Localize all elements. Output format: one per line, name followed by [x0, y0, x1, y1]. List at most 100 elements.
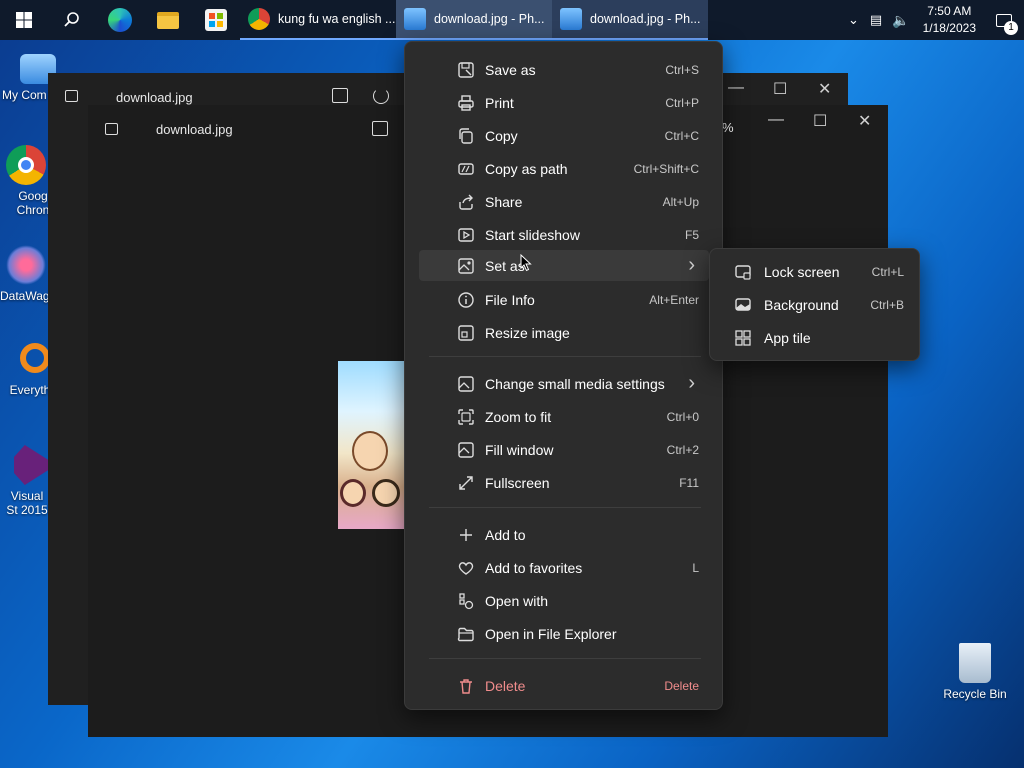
minimize-button[interactable]: —	[728, 79, 744, 97]
taskbar-task-photos-1[interactable]: download.jpg - Ph...	[396, 0, 552, 40]
chrome-icon	[248, 8, 270, 30]
shortcut-label: Ctrl+P	[665, 95, 699, 110]
window-title: download.jpg	[156, 122, 233, 137]
submenu-item-background[interactable]: Background Ctrl+B	[718, 289, 914, 320]
photos-icon	[560, 8, 582, 30]
menu-item-print[interactable]: Print Ctrl+P	[419, 87, 709, 118]
task-label: download.jpg - Ph...	[434, 12, 545, 26]
menu-item-label: Add to favorites	[485, 559, 583, 576]
menu-item-file-info[interactable]: File Info Alt+Enter	[419, 284, 709, 315]
shortcut-label: Ctrl+S	[665, 62, 699, 77]
menu-item-change-small-media-settings[interactable]: Change small media settings ›	[419, 368, 709, 399]
menu-item-label: Save as	[485, 61, 536, 78]
menu-item-save-as[interactable]: Save as Ctrl+S	[419, 54, 709, 85]
system-tray: ⌄ ▤ 🔈 7:50 AM 1/18/2023 1	[842, 0, 1024, 40]
set-as-icon	[457, 257, 475, 275]
menu-item-fullscreen[interactable]: Fullscreen F11	[419, 467, 709, 498]
desktop-icon-label: DataWag	[0, 289, 50, 303]
desktop-icon-chrome[interactable]: Goog Chron	[0, 145, 52, 217]
desktop-icon-visual-studio[interactable]: Visual St 2015	[0, 445, 52, 517]
close-button[interactable]: ✕	[858, 111, 871, 131]
zoom-fit-icon	[457, 408, 475, 426]
menu-item-resize-image[interactable]: Resize image	[419, 317, 709, 348]
menu-item-set-as[interactable]: Set as ›	[419, 250, 709, 281]
maximize-button[interactable]: ☐	[813, 111, 827, 131]
menu-item-open-in-file-explorer[interactable]: Open in File Explorer	[419, 618, 709, 649]
trash-icon	[457, 677, 475, 695]
clock[interactable]: 7:50 AM 1/18/2023	[915, 3, 984, 37]
shortcut-label: Alt+Enter	[649, 292, 699, 307]
submenu-item-lock-screen[interactable]: Lock screen Ctrl+L	[718, 256, 914, 287]
edge-taskbar-button[interactable]	[96, 0, 144, 40]
shortcut-label: Ctrl+Shift+C	[633, 161, 699, 176]
clock-date: 1/18/2023	[922, 21, 976, 35]
menu-item-share[interactable]: Share Alt+Up	[419, 186, 709, 217]
edit-image-icon[interactable]	[372, 121, 388, 136]
menu-item-label: Zoom to fit	[485, 408, 552, 425]
submenu-item-app-tile[interactable]: App tile	[718, 322, 914, 353]
menu-item-label: Lock screen	[764, 263, 840, 280]
shortcut-label: Ctrl+0	[666, 409, 699, 424]
maximize-button[interactable]: ☐	[773, 79, 787, 99]
file-explorer-taskbar-button[interactable]	[144, 0, 192, 40]
shortcut-label: F5	[684, 227, 699, 242]
menu-item-label: Delete	[485, 677, 526, 694]
shortcut-label: Ctrl+C	[664, 128, 699, 143]
store-taskbar-button[interactable]	[192, 0, 240, 40]
menu-item-label: Print	[485, 94, 514, 111]
menu-item-copy[interactable]: Copy Ctrl+C	[419, 120, 709, 151]
fill-window-icon	[457, 441, 475, 459]
menu-item-copy-as-path[interactable]: Copy as path Ctrl+Shift+C	[419, 153, 709, 184]
plus-icon	[457, 526, 475, 544]
desktop-icon-datawag[interactable]: DataWag	[0, 245, 52, 303]
minimize-button[interactable]: —	[768, 111, 784, 129]
menu-item-label: Open in File Explorer	[485, 625, 617, 642]
clock-time: 7:50 AM	[927, 4, 972, 18]
magnifier-icon	[20, 343, 50, 373]
desktop-icon-label: Recycle Bin	[943, 687, 1007, 701]
taskbar: kung fu wa english ... download.jpg - Ph…	[0, 0, 1024, 40]
print-icon	[457, 94, 475, 112]
shortcut-label: Ctrl+B	[870, 297, 904, 312]
search-button[interactable]	[48, 0, 96, 40]
menu-item-add-to-favorites[interactable]: Add to favorites L	[419, 552, 709, 583]
menu-item-label: App tile	[764, 329, 811, 346]
network-icon[interactable]: ▤	[865, 12, 887, 28]
shortcut-label: Ctrl+2	[666, 442, 699, 457]
edit-image-icon[interactable]	[332, 88, 348, 103]
chevron-right-icon: ›	[688, 372, 695, 394]
menu-separator	[429, 507, 701, 508]
desktop-icon-label: Everyth	[9, 383, 51, 397]
start-button[interactable]	[0, 0, 48, 40]
rotate-icon[interactable]	[373, 88, 389, 104]
media-settings-icon	[457, 375, 475, 393]
volume-icon[interactable]: 🔈	[887, 12, 914, 29]
menu-item-label: Resize image	[485, 324, 570, 341]
close-button[interactable]: ✕	[818, 79, 831, 99]
heart-icon	[457, 559, 475, 577]
menu-item-zoom-to-fit[interactable]: Zoom to fit Ctrl+0	[419, 401, 709, 432]
task-label: download.jpg - Ph...	[590, 12, 701, 26]
shortcut-label: L	[692, 560, 699, 575]
shortcut-label: Delete	[664, 678, 699, 693]
desktop-icon-label: Goog Chron	[16, 189, 50, 217]
desktop-icon-recycle-bin[interactable]: Recycle Bin	[937, 643, 1013, 701]
shortcut-label: Ctrl+L	[871, 264, 904, 279]
chevron-up-icon[interactable]: ⌄	[842, 12, 865, 28]
notifications-button[interactable]: 1	[984, 0, 1024, 40]
taskbar-task-photos-2[interactable]: download.jpg - Ph...	[552, 0, 708, 40]
menu-item-start-slideshow[interactable]: Start slideshow F5	[419, 219, 709, 250]
menu-item-label: Add to	[485, 526, 526, 543]
menu-item-fill-window[interactable]: Fill window Ctrl+2	[419, 434, 709, 465]
app-tile-icon	[734, 329, 752, 347]
menu-item-delete[interactable]: Delete Delete	[419, 670, 709, 701]
copy-icon	[457, 127, 475, 145]
menu-item-add-to[interactable]: Add to	[419, 519, 709, 550]
photo-app-icon	[105, 123, 118, 135]
taskbar-task-chrome[interactable]: kung fu wa english ...	[240, 0, 396, 40]
desktop-icon-everything[interactable]: Everyth	[0, 343, 52, 397]
photos-icon	[404, 8, 426, 30]
menu-item-open-with[interactable]: Open with	[419, 585, 709, 616]
folder-icon	[457, 625, 475, 643]
recycle-bin-icon	[959, 643, 991, 683]
